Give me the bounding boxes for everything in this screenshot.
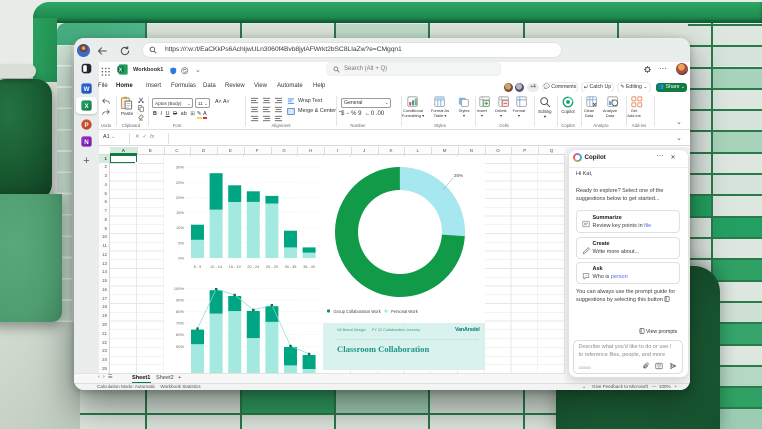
svg-text:Personal Work: Personal Work (391, 309, 419, 314)
svg-text:25%: 25% (176, 180, 184, 185)
svg-text:15%: 15% (176, 210, 184, 215)
svg-text:Group Collaboration Work: Group Collaboration Work (334, 309, 382, 314)
svg-text:26%: 26% (454, 173, 463, 178)
svg-text:15 - 19: 15 - 19 (229, 265, 241, 269)
svg-text:5%: 5% (178, 240, 184, 245)
svg-text:60%: 60% (176, 332, 184, 337)
svg-text:80%: 80% (176, 309, 184, 314)
svg-text:25 - 29: 25 - 29 (266, 265, 278, 269)
svg-text:5 - 9: 5 - 9 (194, 265, 202, 269)
svg-text:100%: 100% (174, 286, 185, 291)
svg-text:10%: 10% (176, 225, 184, 230)
svg-text:W: W (84, 86, 90, 93)
svg-text:?: ? (584, 274, 586, 278)
svg-text:X: X (119, 67, 123, 73)
svg-text:70%: 70% (176, 321, 184, 326)
svg-text:20 - 24: 20 - 24 (247, 265, 259, 269)
svg-text:30 - 35: 30 - 35 (285, 265, 297, 269)
svg-text:90%: 90% (176, 297, 184, 302)
svg-text:10 - 14: 10 - 14 (210, 265, 222, 269)
svg-text:0%: 0% (178, 256, 184, 261)
svg-text:N: N (84, 139, 89, 146)
svg-text:50%: 50% (176, 344, 184, 349)
svg-text:30%: 30% (176, 165, 184, 170)
svg-text:36 - 40: 36 - 40 (303, 265, 315, 269)
svg-text:20%: 20% (176, 195, 184, 200)
